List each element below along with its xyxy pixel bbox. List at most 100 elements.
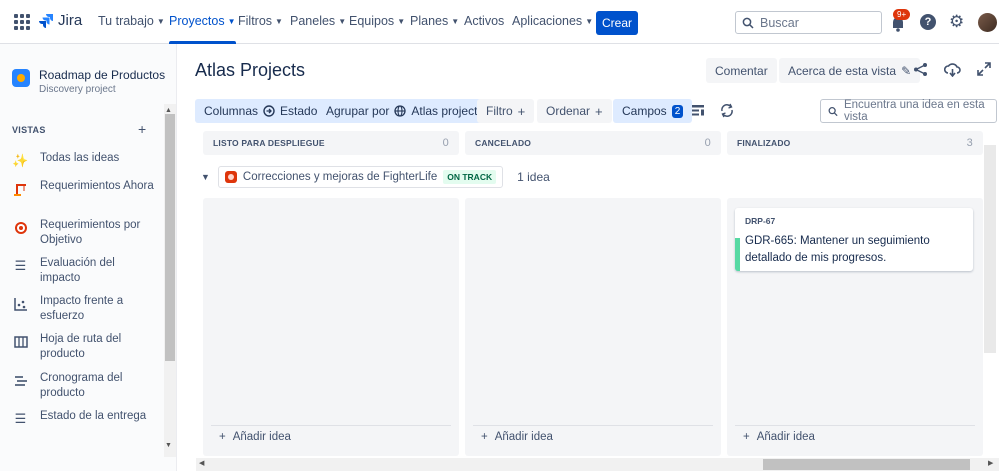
project-type: Discovery project <box>39 84 116 95</box>
project-icon <box>224 171 237 183</box>
project-name[interactable]: Roadmap de Productos <box>39 68 165 82</box>
settings-gear-icon[interactable]: ⚙ <box>949 13 964 31</box>
user-avatar[interactable] <box>978 13 997 32</box>
column-body-listo <box>203 198 459 456</box>
sidebar-item-label: Todas las ideas <box>40 152 120 164</box>
sidebar-item-label: Evaluación del impacto <box>40 257 115 284</box>
card-key: DRP-67 <box>745 216 776 226</box>
chevron-down-icon: ▼ <box>227 17 236 26</box>
sidebar-item-evaluacion-impacto[interactable]: ☰ Evaluación del impacto <box>12 256 157 286</box>
scatter-icon <box>12 295 29 312</box>
plus-icon: + <box>481 431 488 443</box>
create-button[interactable]: Crear <box>596 11 638 35</box>
chevron-down-icon: ▼ <box>585 17 594 26</box>
nav-label: Activos <box>464 14 505 28</box>
jira-logo[interactable]: Jira <box>38 12 82 29</box>
chevron-down-icon: ▼ <box>338 17 347 26</box>
fullscreen-icon[interactable] <box>977 62 991 80</box>
help-icon[interactable]: ? <box>920 14 936 30</box>
scroll-down-icon[interactable]: ▼ <box>165 442 172 449</box>
app-switcher-icon[interactable] <box>14 14 30 30</box>
group-by-button[interactable]: Agrupar por Atlas project <box>317 99 487 123</box>
sidebar-item-estado-entrega[interactable]: ☰ Estado de la entrega <box>12 409 157 427</box>
add-idea-label: Añadir idea <box>756 431 815 443</box>
auto-sync-icon[interactable] <box>719 102 735 123</box>
find-idea-placeholder: Encuentra una idea en esta vista <box>843 99 985 123</box>
sort-button[interactable]: Ordenar + <box>537 99 612 123</box>
nav-filtros[interactable]: Filtros ▼ <box>238 14 283 28</box>
sidebar-scrollbar-thumb[interactable] <box>165 114 175 361</box>
group-project-pill[interactable]: Correcciones y mejoras de FighterLife ON… <box>217 166 504 188</box>
plus-icon: + <box>219 431 226 443</box>
nav-label: Proyectos <box>169 14 225 28</box>
column-header-listo[interactable]: LISTO PARA DESPLIEGUE 0 <box>203 131 459 155</box>
crane-icon <box>12 180 29 197</box>
sidebar-item-label: Impacto frente a esfuerzo <box>40 295 124 322</box>
chevron-down-icon[interactable]: ▼ <box>201 172 210 182</box>
nav-tu-trabajo[interactable]: Tu trabajo ▼ <box>98 14 165 28</box>
scroll-right-icon[interactable]: ▶ <box>988 459 993 467</box>
column-body-cancelado <box>465 198 721 456</box>
sidebar-item-label: Cronograma del producto <box>40 372 123 399</box>
pencil-icon: ✎ <box>901 63 912 78</box>
sidebar-item-impacto-esfuerzo[interactable]: Impacto frente a esfuerzo <box>12 294 157 324</box>
column-name: LISTO PARA DESPLIEGUE <box>213 138 325 148</box>
nav-aplicaciones[interactable]: Aplicaciones ▼ <box>512 14 593 28</box>
nav-paneles[interactable]: Paneles ▼ <box>290 14 346 28</box>
project-avatar-icon <box>12 69 30 87</box>
nav-planes[interactable]: Planes ▼ <box>410 14 459 28</box>
plus-icon: + <box>595 103 603 119</box>
card-layout-icon[interactable] <box>691 104 705 121</box>
divider <box>735 425 975 426</box>
column-count: 3 <box>966 137 973 149</box>
sidebar-item-cronograma[interactable]: Cronograma del producto <box>12 371 157 401</box>
sidebar-item-hoja-de-ruta[interactable]: Hoja de ruta del producto <box>12 332 157 362</box>
comment-label: Comentar <box>715 63 768 78</box>
views-section-label: VISTAS <box>12 125 46 135</box>
add-idea-button[interactable]: + Añadir idea <box>481 431 553 443</box>
column-name: CANCELADO <box>475 138 532 148</box>
sidebar-item-requerimientos-ahora[interactable]: Requerimientos Ahora <box>12 179 157 197</box>
scroll-left-icon[interactable]: ◀ <box>199 459 204 467</box>
chevron-down-icon: ▼ <box>397 17 406 26</box>
columns-button[interactable]: Columnas Estado <box>195 99 327 123</box>
group-idea-count: 1 idea <box>517 170 550 184</box>
idea-card[interactable]: DRP-67 GDR-665: Mantener un seguimiento … <box>735 208 973 271</box>
board-horizontal-scrollbar-thumb[interactable] <box>763 459 970 470</box>
add-idea-button[interactable]: + Añadir idea <box>219 431 291 443</box>
export-cloud-icon[interactable] <box>943 62 961 81</box>
add-view-icon[interactable]: + <box>138 121 146 137</box>
column-header-finalizado[interactable]: FINALIZADO 3 <box>727 131 983 155</box>
chevron-down-icon: ▼ <box>275 17 283 26</box>
board-vertical-scrollbar[interactable] <box>984 145 996 353</box>
add-idea-label: Añadir idea <box>494 431 553 443</box>
sidebar-item-requerimientos-por-objetivo[interactable]: Requerimientos por Objetivo <box>12 218 157 248</box>
globe-icon <box>394 105 407 117</box>
sort-label: Ordenar <box>546 104 591 118</box>
nav-equipos[interactable]: Equipos ▼ <box>349 14 405 28</box>
nav-activos[interactable]: Activos <box>464 14 504 28</box>
nav-label: Equipos <box>349 14 395 28</box>
status-badge: ON TRACK <box>443 170 497 184</box>
nav-label: Filtros <box>238 14 273 28</box>
list-icon: ☰ <box>14 410 27 426</box>
column-name: FINALIZADO <box>737 138 791 148</box>
jira-logo-icon <box>39 13 53 28</box>
add-idea-button[interactable]: + Añadir idea <box>743 431 815 443</box>
column-header-cancelado[interactable]: CANCELADO 0 <box>465 131 721 155</box>
sidebar-item-label: Requerimientos por Objetivo <box>40 219 141 246</box>
sidebar-item-label: Requerimientos Ahora <box>40 180 154 192</box>
fields-button[interactable]: Campos 2 <box>613 99 693 123</box>
top-navigation: Jira Tu trabajo ▼ Proyectos ▼ Filtros ▼ Pan… <box>0 0 999 44</box>
share-icon[interactable] <box>913 62 928 81</box>
filter-button[interactable]: Filtro + <box>477 99 535 123</box>
search-input[interactable]: Buscar <box>735 11 882 34</box>
group-by-value: Atlas project <box>411 104 478 118</box>
nav-proyectos[interactable]: Proyectos ▼ <box>169 14 236 44</box>
group-by-label: Agrupar por <box>326 104 390 118</box>
find-idea-input[interactable]: Encuentra una idea en esta vista <box>820 99 997 123</box>
scroll-up-icon[interactable]: ▲ <box>165 107 172 114</box>
about-view-button[interactable]: Acerca de esta vista ✎ <box>779 58 921 83</box>
sidebar-item-todas-las-ideas[interactable]: ✨ Todas las ideas <box>12 151 157 169</box>
comment-button[interactable]: Comentar <box>706 58 777 83</box>
